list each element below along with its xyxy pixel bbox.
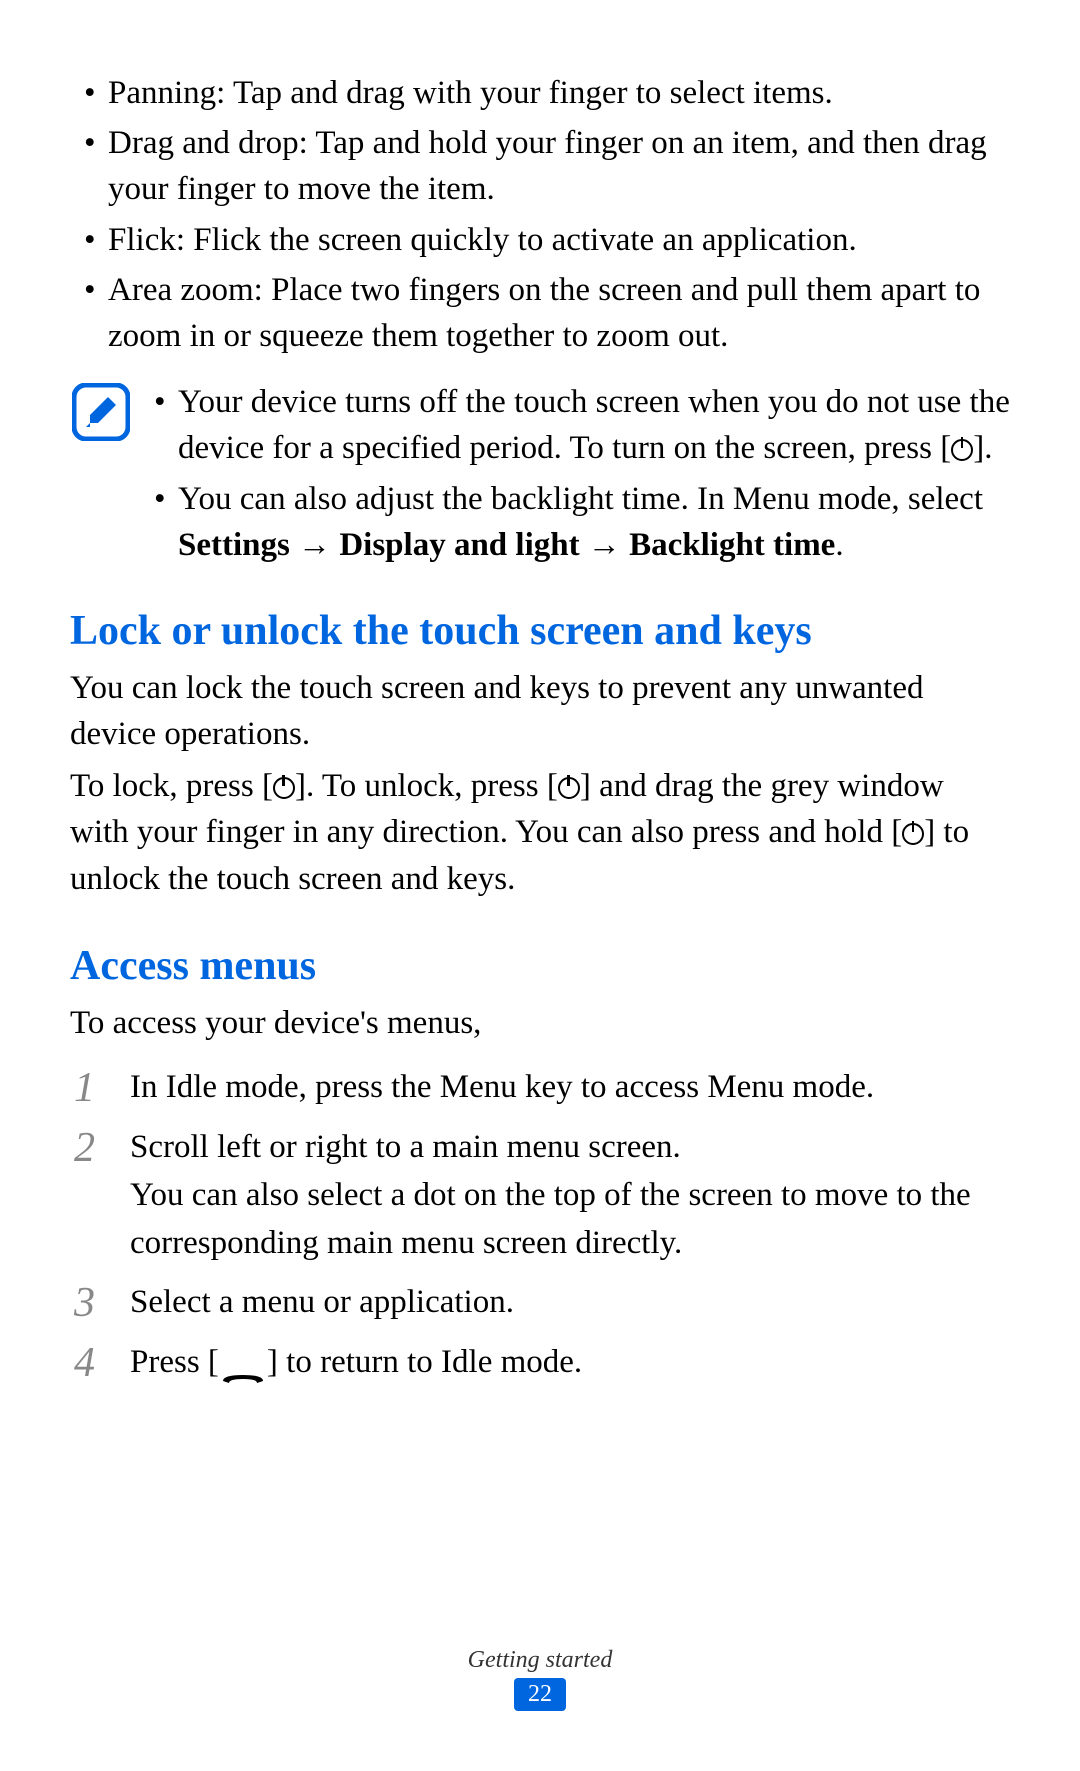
bullet-item-drag-drop: Drag and drop: Tap and hold your finger … bbox=[70, 120, 1010, 212]
note-text-part1: Your device turns off the touch screen w… bbox=[178, 384, 1010, 466]
step-4-text-2: ] to return to Idle mode. bbox=[267, 1344, 582, 1380]
bullet-item-area-zoom: Area zoom: Place two fingers on the scre… bbox=[70, 267, 1010, 359]
note-bold-backlight-time: Backlight time bbox=[629, 527, 835, 563]
step-2-text-line1: Scroll left or right to a main menu scre… bbox=[130, 1129, 681, 1165]
footer-chapter: Getting started bbox=[0, 1647, 1080, 1674]
note-content: Your device turns off the touch screen w… bbox=[148, 379, 1010, 572]
end-call-icon bbox=[219, 1354, 267, 1372]
step-number-2: 2 bbox=[74, 1118, 95, 1179]
step-4-text-1: Press [ bbox=[130, 1344, 219, 1380]
access-menus-steps: 1 In Idle mode, press the Menu key to ac… bbox=[70, 1064, 1010, 1387]
step-1: 1 In Idle mode, press the Menu key to ac… bbox=[70, 1064, 1010, 1112]
note-arrow-1: → bbox=[290, 527, 340, 563]
note-arrow-2: → bbox=[580, 527, 630, 563]
bullet-item-panning: Panning: Tap and drag with your finger t… bbox=[70, 70, 1010, 116]
note-bold-settings: Settings bbox=[178, 527, 290, 563]
lock-text-1: To lock, press [ bbox=[70, 768, 273, 804]
heading-lock-unlock: Lock or unlock the touch screen and keys bbox=[70, 607, 1010, 655]
access-menus-intro: To access your device's menus, bbox=[70, 1000, 1010, 1046]
step-1-text: In Idle mode, press the Menu key to acce… bbox=[130, 1069, 874, 1105]
note-item-screen-off: Your device turns off the touch screen w… bbox=[148, 379, 1010, 471]
heading-access-menus: Access menus bbox=[70, 942, 1010, 990]
lock-text-2: ]. To unlock, press [ bbox=[295, 768, 558, 804]
gesture-bullet-list: Panning: Tap and drag with your finger t… bbox=[70, 70, 1010, 359]
bullet-item-flick: Flick: Flick the screen quickly to activ… bbox=[70, 217, 1010, 263]
note-item-backlight: You can also adjust the backlight time. … bbox=[148, 476, 1010, 568]
note-block: Your device turns off the touch screen w… bbox=[70, 379, 1010, 572]
note-bold-display: Display and light bbox=[339, 527, 579, 563]
step-4: 4 Press [] to return to Idle mode. bbox=[70, 1339, 1010, 1387]
step-2-text-line2: You can also select a dot on the top of … bbox=[130, 1177, 971, 1261]
power-icon bbox=[273, 776, 295, 798]
step-number-4: 4 bbox=[74, 1333, 95, 1394]
power-icon bbox=[558, 776, 580, 798]
lock-unlock-para2: To lock, press []. To unlock, press [] a… bbox=[70, 763, 1010, 902]
page-footer: Getting started 22 bbox=[0, 1647, 1080, 1711]
step-number-3: 3 bbox=[74, 1273, 95, 1334]
step-3-text: Select a menu or application. bbox=[130, 1284, 514, 1320]
page-number-badge: 22 bbox=[514, 1678, 566, 1711]
note-backlight-text1: You can also adjust the backlight time. … bbox=[178, 481, 983, 517]
step-number-1: 1 bbox=[74, 1058, 95, 1119]
step-2: 2 Scroll left or right to a main menu sc… bbox=[70, 1124, 1010, 1268]
power-icon bbox=[902, 822, 924, 844]
note-backlight-text2: . bbox=[835, 527, 843, 563]
power-icon bbox=[951, 438, 973, 460]
step-3: 3 Select a menu or application. bbox=[70, 1279, 1010, 1327]
note-pencil-icon bbox=[72, 383, 130, 441]
note-text-part2: ]. bbox=[973, 430, 992, 466]
lock-unlock-para1: You can lock the touch screen and keys t… bbox=[70, 665, 1010, 757]
page-content: Panning: Tap and drag with your finger t… bbox=[0, 0, 1080, 1387]
